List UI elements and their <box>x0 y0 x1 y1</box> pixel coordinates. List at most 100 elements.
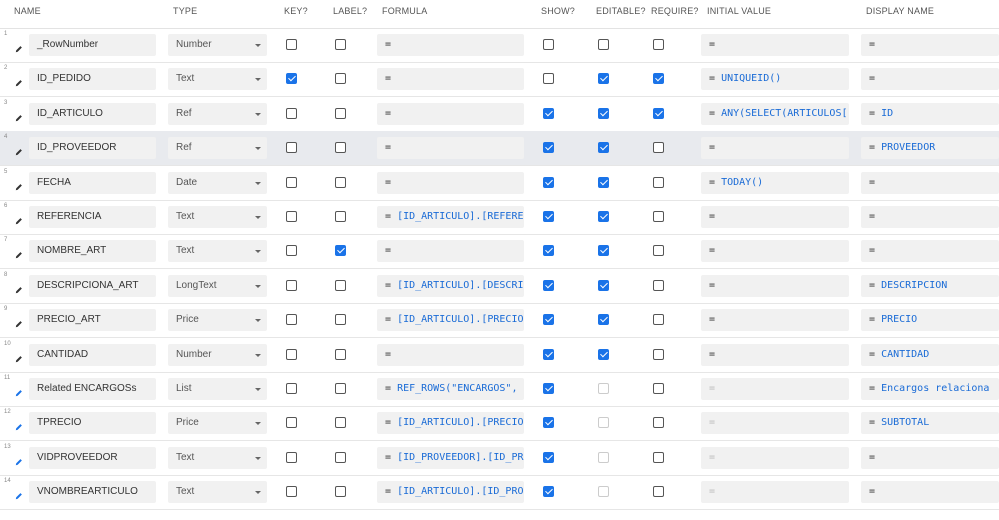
key-checkbox[interactable] <box>286 451 297 463</box>
column-row[interactable]: 5 FECHA Date = = TODAY() = <box>0 166 999 201</box>
key-checkbox[interactable] <box>286 486 297 498</box>
display-name-field[interactable]: = DESCRIPCION <box>861 274 999 297</box>
column-name-field[interactable]: VNOMBREARTICULO <box>29 481 156 504</box>
key-checkbox[interactable] <box>286 176 297 188</box>
initial-value-field[interactable]: = ANY(SELECT(ARTICULOS[ <box>701 102 849 125</box>
formula-field[interactable]: = [ID_ARTICULO].[PRECIO <box>377 309 524 332</box>
initial-value-field[interactable]: = UNIQUEID() <box>701 68 849 91</box>
column-name-field[interactable]: FECHA <box>29 171 156 194</box>
key-checkbox[interactable] <box>286 383 297 394</box>
formula-field[interactable]: = <box>377 240 524 263</box>
display-name-field[interactable]: = CANTIDAD <box>861 343 999 366</box>
require-checkbox[interactable] <box>653 486 664 498</box>
type-dropdown[interactable]: Ref <box>168 137 267 160</box>
label-checkbox[interactable] <box>335 486 346 498</box>
type-dropdown[interactable]: Price <box>168 412 267 435</box>
label-checkbox[interactable] <box>335 314 346 326</box>
column-row[interactable]: 2 ID_PEDIDO Text = = UNIQUEID() = <box>0 62 999 98</box>
show-checkbox[interactable] <box>543 417 554 429</box>
key-checkbox[interactable] <box>286 142 297 154</box>
require-checkbox[interactable] <box>653 314 664 326</box>
editable-checkbox[interactable] <box>598 314 609 326</box>
initial-value-field[interactable]: = <box>701 309 849 332</box>
editable-checkbox[interactable] <box>598 211 609 222</box>
initial-value-field[interactable]: = <box>701 446 849 469</box>
show-checkbox[interactable] <box>543 383 554 394</box>
show-checkbox[interactable] <box>543 279 554 291</box>
column-name-field[interactable]: ID_PROVEEDOR <box>29 137 156 160</box>
edit-pencil-icon[interactable] <box>15 350 23 362</box>
key-checkbox[interactable] <box>286 279 297 291</box>
label-checkbox[interactable] <box>335 279 346 291</box>
column-row[interactable]: 6 REFERENCIA Text = [ID_ARTICULO].[REFERE = … <box>0 200 999 235</box>
type-dropdown[interactable]: Text <box>168 240 267 263</box>
require-checkbox[interactable] <box>653 348 664 360</box>
initial-value-field[interactable]: = <box>701 206 849 228</box>
edit-pencil-icon[interactable] <box>15 40 23 53</box>
formula-field[interactable]: = <box>377 137 524 160</box>
display-name-field[interactable]: = <box>861 446 999 469</box>
editable-checkbox[interactable] <box>598 176 609 188</box>
type-dropdown[interactable]: Number <box>168 343 267 366</box>
label-checkbox[interactable] <box>335 245 346 257</box>
show-checkbox[interactable] <box>543 73 554 85</box>
show-checkbox[interactable] <box>543 142 554 154</box>
display-name-field[interactable]: = <box>861 171 999 194</box>
key-checkbox[interactable] <box>286 348 297 360</box>
label-checkbox[interactable] <box>335 176 346 188</box>
editable-checkbox[interactable] <box>598 348 609 360</box>
initial-value-field[interactable]: = <box>701 34 849 56</box>
initial-value-field[interactable]: = <box>701 481 849 504</box>
formula-field[interactable]: = <box>377 34 524 56</box>
column-row[interactable]: 1 _RowNumber Number = = = <box>0 28 999 63</box>
initial-value-field[interactable]: = <box>701 412 849 435</box>
edit-pencil-icon[interactable] <box>15 315 23 328</box>
editable-checkbox[interactable] <box>598 107 609 119</box>
require-checkbox[interactable] <box>653 245 664 257</box>
column-name-field[interactable]: _RowNumber <box>29 34 156 56</box>
column-row[interactable]: 8 DESCRIPCIONA_ART LongText = [ID_ARTICULO]… <box>0 269 999 304</box>
initial-value-field[interactable]: = <box>701 343 849 366</box>
key-checkbox[interactable] <box>286 39 297 50</box>
formula-field[interactable]: = <box>377 171 524 194</box>
formula-field[interactable]: = <box>377 68 524 91</box>
display-name-field[interactable]: = <box>861 206 999 228</box>
type-dropdown[interactable]: Text <box>168 68 267 91</box>
type-dropdown[interactable]: Text <box>168 206 267 228</box>
column-name-field[interactable]: VIDPROVEEDOR <box>29 446 156 469</box>
type-dropdown[interactable]: List <box>168 378 267 400</box>
column-name-field[interactable]: DESCRIPCIONA_ART <box>29 274 156 297</box>
require-checkbox[interactable] <box>653 279 664 291</box>
column-row[interactable]: 7 NOMBRE_ART Text = = = <box>0 234 999 270</box>
column-row[interactable]: 14 VNOMBREARTICULO Text = [ID_ARTICULO].[ID… <box>0 475 999 511</box>
show-checkbox[interactable] <box>543 451 554 463</box>
display-name-field[interactable]: = <box>861 68 999 91</box>
show-checkbox[interactable] <box>543 107 554 119</box>
formula-field[interactable]: = REF_ROWS("ENCARGOS", <box>377 378 524 400</box>
display-name-field[interactable]: = <box>861 481 999 504</box>
edit-pencil-icon[interactable] <box>15 281 23 293</box>
edit-pencil-icon[interactable] <box>15 453 23 465</box>
type-dropdown[interactable]: Number <box>168 34 267 56</box>
column-name-field[interactable]: ID_PEDIDO <box>29 68 156 91</box>
display-name-field[interactable]: = SUBTOTAL <box>861 412 999 435</box>
formula-field[interactable]: = [ID_PROVEEDOR].[ID_PR <box>377 446 524 469</box>
column-name-field[interactable]: CANTIDAD <box>29 343 156 366</box>
display-name-field[interactable]: = Encargos relaciona <box>861 378 999 400</box>
label-checkbox[interactable] <box>335 211 346 222</box>
display-name-field[interactable]: = PRECIO <box>861 309 999 332</box>
label-checkbox[interactable] <box>335 107 346 119</box>
column-name-field[interactable]: TPRECIO <box>29 412 156 435</box>
column-row[interactable]: 13 VIDPROVEEDOR Text = [ID_PROVEEDOR].[ID_P… <box>0 441 999 476</box>
initial-value-field[interactable]: = <box>701 240 849 263</box>
type-dropdown[interactable]: Date <box>168 171 267 194</box>
display-name-field[interactable]: = ID <box>861 102 999 125</box>
key-checkbox[interactable] <box>286 211 297 222</box>
initial-value-field[interactable]: = <box>701 378 849 400</box>
key-checkbox[interactable] <box>286 107 297 119</box>
key-checkbox[interactable] <box>286 314 297 326</box>
column-name-field[interactable]: PRECIO_ART <box>29 309 156 332</box>
require-checkbox[interactable] <box>653 211 664 222</box>
require-checkbox[interactable] <box>653 451 664 463</box>
edit-pencil-icon[interactable] <box>15 178 23 190</box>
